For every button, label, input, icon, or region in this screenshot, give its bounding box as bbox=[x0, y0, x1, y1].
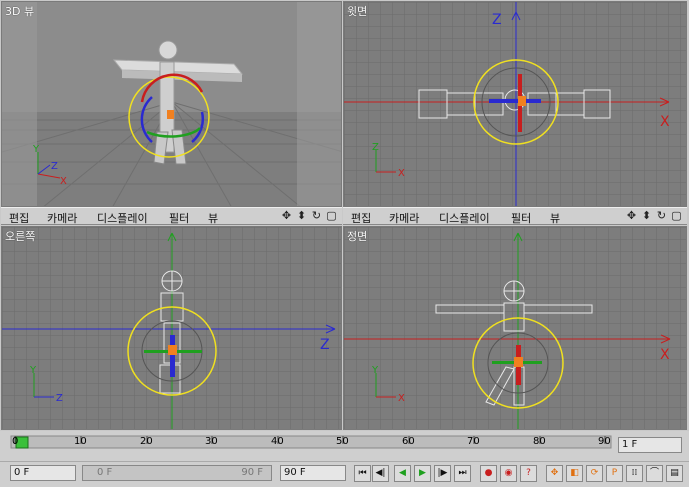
menu-camera[interactable]: 카메라 bbox=[47, 210, 77, 226]
maximize-view-icon[interactable]: ▢ bbox=[325, 209, 338, 223]
right-axis-z: Z bbox=[320, 337, 330, 353]
menu-edit[interactable]: 편집 bbox=[351, 210, 371, 226]
viewport-front[interactable]: X Y X 정면 bbox=[343, 226, 687, 430]
svg-text:Y: Y bbox=[371, 365, 379, 376]
timeline-tick-0: 0 bbox=[12, 436, 19, 447]
zoom-view-icon[interactable]: ⬍ bbox=[295, 209, 308, 223]
menu-filter[interactable]: 필터 bbox=[511, 210, 531, 226]
key-rotation-icon[interactable]: ⟳ bbox=[586, 465, 603, 482]
perspective-scene: Y Z X bbox=[2, 2, 341, 206]
menu-display[interactable]: 디스플레이 bbox=[439, 210, 490, 226]
menu-camera[interactable]: 카메라 bbox=[389, 210, 419, 226]
svg-text:Z: Z bbox=[372, 142, 379, 153]
timeline-tick: 70 bbox=[467, 436, 480, 447]
svg-text:Y: Y bbox=[32, 144, 40, 155]
viewport-menubar-left: 편집 카메라 디스플레이 필터 뷰 ✥ ⬍ ↻ ▢ bbox=[1, 207, 342, 225]
timeline[interactable]: 0 10 20 30 40 50 60 70 80 90 1 F bbox=[0, 431, 689, 461]
viewport-title-top: 윗면 bbox=[347, 5, 368, 18]
menu-edit[interactable]: 편집 bbox=[9, 210, 29, 226]
menu-view[interactable]: 뷰 bbox=[550, 210, 560, 226]
maximize-view-icon[interactable]: ▢ bbox=[670, 209, 683, 223]
play-forward-button[interactable]: ▶ bbox=[414, 465, 431, 482]
timeline-tick: 40 bbox=[271, 436, 284, 447]
current-frame-field[interactable]: 0 F bbox=[10, 465, 76, 481]
viewport-title-front: 정면 bbox=[347, 230, 368, 243]
timeline-tick: 90 bbox=[598, 436, 611, 447]
svg-text:X: X bbox=[60, 176, 67, 187]
timeline-tick: 10 bbox=[74, 436, 87, 447]
top-scene: Z X Z X bbox=[344, 2, 686, 206]
timeline-menu-icon[interactable]: ▤ bbox=[666, 465, 683, 482]
viewport-top[interactable]: Z X Z X 윗면 bbox=[343, 1, 687, 207]
key-pla-icon[interactable]: ⁞⁞ bbox=[626, 465, 643, 482]
viewport-menubar-right: 편집 카메라 디스플레이 필터 뷰 ✥ ⬍ ↻ ▢ bbox=[343, 207, 687, 225]
menu-view[interactable]: 뷰 bbox=[208, 210, 218, 226]
key-scale-icon[interactable]: ◧ bbox=[566, 465, 583, 482]
top-axis-z: Z bbox=[492, 12, 502, 28]
key-position-icon[interactable]: ✥ bbox=[546, 465, 563, 482]
next-key-button[interactable]: |▶ bbox=[434, 465, 451, 482]
record-key-button[interactable]: ● bbox=[480, 465, 497, 482]
previous-key-button[interactable]: ◀| bbox=[372, 465, 389, 482]
zoom-view-icon[interactable]: ⬍ bbox=[640, 209, 653, 223]
move-view-icon[interactable]: ✥ bbox=[625, 209, 638, 223]
svg-text:X: X bbox=[398, 168, 405, 179]
svg-text:Z: Z bbox=[51, 161, 58, 172]
viewport-title-right: 오른쪽 bbox=[5, 230, 36, 243]
interpolation-icon[interactable]: ⌒ bbox=[646, 465, 663, 482]
auto-key-button[interactable]: ◉ bbox=[500, 465, 517, 482]
timeline-tick: 30 bbox=[205, 436, 218, 447]
move-view-icon[interactable]: ✥ bbox=[280, 209, 293, 223]
rotate-view-icon[interactable]: ↻ bbox=[310, 209, 323, 223]
menu-display[interactable]: 디스플레이 bbox=[97, 210, 148, 226]
front-axis-x: X bbox=[660, 347, 670, 363]
svg-text:Y: Y bbox=[29, 365, 37, 376]
timeline-tick: 60 bbox=[402, 436, 415, 447]
top-axis-x: X bbox=[660, 114, 670, 130]
rotate-view-icon[interactable]: ↻ bbox=[655, 209, 668, 223]
right-scene: Z Y Z bbox=[2, 227, 341, 429]
playback-controls: 0 F 0 F 90 F 90 F ⏮ ◀| ◀ ▶ |▶ ⏭ ● ◉ ? ✥ … bbox=[0, 461, 689, 487]
key-parameter-icon[interactable]: P bbox=[606, 465, 623, 482]
frame-display-field[interactable]: 1 F bbox=[618, 437, 682, 453]
timeline-tick: 80 bbox=[533, 436, 546, 447]
preview-range-slider[interactable]: 0 F 90 F bbox=[82, 465, 272, 481]
svg-text:Z: Z bbox=[56, 393, 63, 404]
timeline-tick: 50 bbox=[336, 436, 349, 447]
viewport-perspective[interactable]: Y Z X 3D 뷰 bbox=[1, 1, 342, 207]
timeline-tick: 20 bbox=[140, 436, 153, 447]
viewport-title-perspective: 3D 뷰 bbox=[5, 5, 35, 18]
svg-text:X: X bbox=[398, 393, 405, 404]
go-to-start-button[interactable]: ⏮ bbox=[354, 465, 371, 482]
max-frame-field[interactable]: 90 F bbox=[280, 465, 346, 481]
go-to-end-button[interactable]: ⏭ bbox=[454, 465, 471, 482]
character-head bbox=[158, 40, 178, 60]
viewport-right[interactable]: Z Y Z 오른쪽 bbox=[1, 226, 342, 430]
menu-filter[interactable]: 필터 bbox=[169, 210, 189, 226]
key-help-button[interactable]: ? bbox=[520, 465, 537, 482]
range-end-label: 90 F bbox=[241, 467, 263, 478]
play-backward-button[interactable]: ◀ bbox=[394, 465, 411, 482]
range-start-label: 0 F bbox=[97, 467, 113, 478]
front-scene: X Y X bbox=[344, 227, 686, 429]
